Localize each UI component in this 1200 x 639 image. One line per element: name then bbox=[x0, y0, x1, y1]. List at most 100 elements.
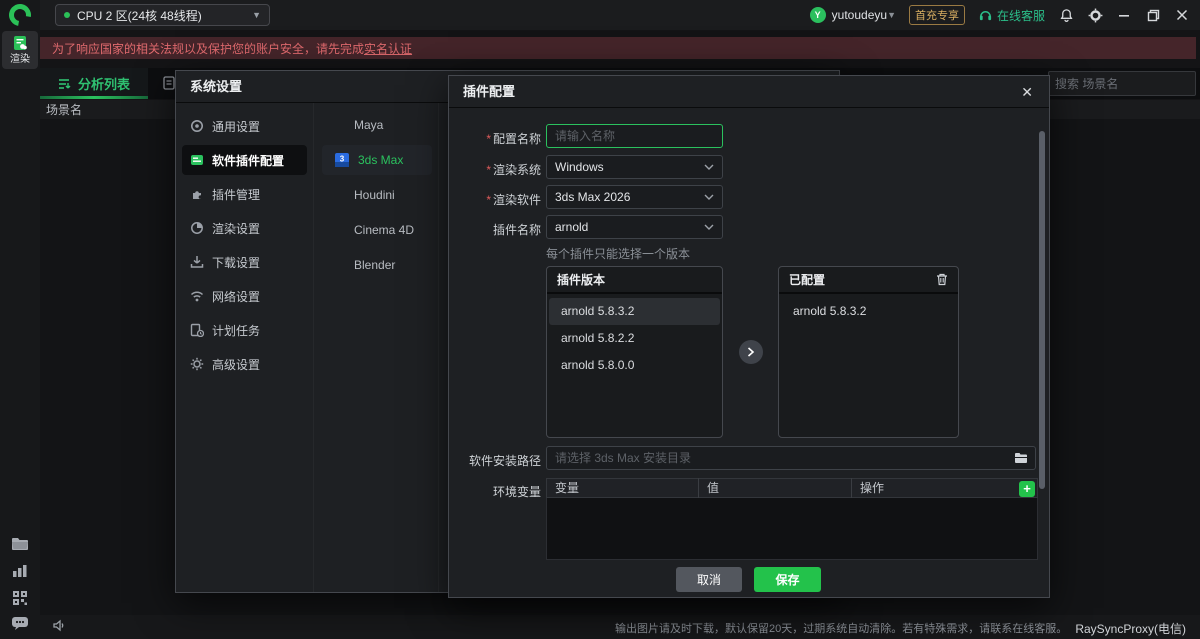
sidebar-item-render[interactable]: 渲染 bbox=[2, 31, 38, 69]
config-name-field bbox=[546, 124, 723, 148]
restore-button[interactable] bbox=[1145, 7, 1161, 23]
render-os-select[interactable]: Windows bbox=[546, 155, 723, 179]
plugin-dialog-title: 插件配置 bbox=[449, 76, 1049, 108]
bar-chart-icon[interactable] bbox=[11, 563, 29, 581]
realname-warning-banner: 为了响应国家的相关法规以及保护您的账户安全，请先完成实名认证 bbox=[40, 37, 1196, 59]
config-name-label: *配置名称 bbox=[449, 130, 541, 147]
folder-icon[interactable] bbox=[11, 536, 29, 554]
tab-active-underline bbox=[40, 96, 148, 99]
search-input[interactable] bbox=[1049, 77, 1200, 91]
online-service-label: 在线客服 bbox=[997, 7, 1045, 24]
software-label: Houdini bbox=[354, 188, 395, 202]
software-item-3dsmax[interactable]: 3 3ds Max bbox=[322, 145, 432, 175]
scene-search-box bbox=[1048, 71, 1196, 96]
required-mark: * bbox=[486, 132, 491, 146]
arrow-right-icon bbox=[747, 347, 755, 357]
3dsmax-icon: 3 bbox=[334, 152, 350, 168]
wifi-icon bbox=[190, 289, 204, 303]
tab-analysis-list[interactable]: 分析列表 bbox=[40, 68, 148, 99]
version-note: 每个插件只能选择一个版本 bbox=[546, 245, 690, 262]
menu-item-general[interactable]: 通用设置 bbox=[182, 111, 307, 141]
title-bar: CPU 2 区(24核 48线程) ▼ Y yutoudeyu ▼ 首充专享 在… bbox=[40, 0, 1200, 30]
dialog-scrollbar[interactable] bbox=[1039, 131, 1045, 489]
advanced-gear-icon bbox=[190, 357, 204, 371]
puzzle-icon bbox=[190, 187, 204, 201]
app-window: 渲染 CPU 2 区(24核 48线程) ▼ Y yutoudeyu ▼ 首充 bbox=[0, 0, 1200, 639]
zone-status-dot bbox=[64, 12, 70, 18]
browse-folder-button[interactable] bbox=[1011, 449, 1031, 467]
render-wheel-icon bbox=[190, 221, 204, 235]
render-software-value: 3ds Max 2026 bbox=[555, 190, 630, 204]
chevron-down-icon bbox=[704, 194, 714, 201]
configured-panel: 已配置 arnold 5.8.3.2 bbox=[778, 266, 959, 438]
menu-item-render-settings[interactable]: 渲染设置 bbox=[182, 213, 307, 243]
menu-item-network-settings[interactable]: 网络设置 bbox=[182, 281, 307, 311]
online-service-button[interactable]: 在线客服 bbox=[978, 7, 1045, 24]
software-item-maya[interactable]: Maya bbox=[322, 110, 432, 140]
config-name-input[interactable] bbox=[555, 129, 714, 143]
status-bar: 输出图片请及时下载，默认保留20天，过期系统自动清除。若有特殊需求，请联系在线客… bbox=[40, 615, 1200, 639]
zone-selector-value: CPU 2 区(24核 48线程) bbox=[77, 7, 202, 24]
trash-icon[interactable] bbox=[936, 273, 948, 286]
zone-selector-dropdown[interactable]: CPU 2 区(24核 48线程) ▼ bbox=[55, 4, 270, 26]
status-message: 输出图片请及时下载，默认保留20天，过期系统自动清除。若有特殊需求，请联系在线客… bbox=[615, 620, 1067, 636]
menu-item-label: 计划任务 bbox=[212, 322, 260, 339]
plugin-name-select[interactable]: arnold bbox=[546, 215, 723, 239]
save-button[interactable]: 保存 bbox=[754, 567, 821, 592]
chat-icon[interactable] bbox=[11, 615, 29, 633]
version-item[interactable]: arnold 5.8.3.2 bbox=[549, 298, 720, 325]
install-path-field bbox=[546, 446, 1036, 470]
bell-icon[interactable] bbox=[1058, 7, 1074, 23]
qr-code-icon[interactable] bbox=[11, 589, 29, 607]
menu-item-scheduled-tasks[interactable]: 计划任务 bbox=[182, 315, 307, 345]
software-label: Maya bbox=[354, 118, 383, 132]
close-button[interactable] bbox=[1174, 7, 1190, 23]
first-charge-badge[interactable]: 首充专享 bbox=[909, 5, 965, 25]
version-item[interactable]: arnold 5.8.0.0 bbox=[549, 352, 720, 379]
zone-caret-down-icon: ▼ bbox=[252, 10, 261, 20]
plugin-config-dialog: 插件配置 ✕ *配置名称 *渲染系统 Windows *渲染软件 3ds Max… bbox=[448, 75, 1050, 598]
user-menu[interactable]: Y yutoudeyu ▼ bbox=[810, 7, 896, 23]
software-item-cinema4d[interactable]: Cinema 4D bbox=[322, 215, 432, 245]
dialog-close-icon[interactable]: ✕ bbox=[1021, 84, 1033, 100]
gear-icon[interactable] bbox=[1087, 7, 1103, 23]
configured-item[interactable]: arnold 5.8.3.2 bbox=[781, 298, 956, 325]
menu-item-download-settings[interactable]: 下载设置 bbox=[182, 247, 307, 277]
required-mark: * bbox=[486, 193, 491, 207]
env-table-body bbox=[546, 498, 1038, 560]
add-env-var-button[interactable]: + bbox=[1019, 481, 1035, 497]
proxy-status[interactable]: RaySyncProxy(电信) bbox=[1075, 620, 1186, 637]
install-path-label: 软件安装路径 bbox=[449, 452, 541, 469]
menu-item-advanced-settings[interactable]: 高级设置 bbox=[182, 349, 307, 379]
plugin-name-value: arnold bbox=[555, 220, 588, 234]
required-mark: * bbox=[486, 163, 491, 177]
render-os-value: Windows bbox=[555, 160, 604, 174]
minimize-button[interactable] bbox=[1116, 7, 1132, 23]
renderbus-logo-icon bbox=[5, 0, 36, 30]
version-item[interactable]: arnold 5.8.2.2 bbox=[549, 325, 720, 352]
env-vars-label: 环境变量 bbox=[449, 483, 541, 500]
render-software-select[interactable]: 3ds Max 2026 bbox=[546, 185, 723, 209]
menu-item-label: 下载设置 bbox=[212, 254, 260, 271]
document-icon[interactable] bbox=[163, 76, 175, 90]
render-software-label: *渲染软件 bbox=[449, 191, 541, 208]
realname-verify-link[interactable]: 实名认证 bbox=[364, 40, 412, 57]
software-item-blender[interactable]: Blender bbox=[322, 250, 432, 280]
menu-item-software-plugin-config[interactable]: 软件插件配置 bbox=[182, 145, 307, 175]
menu-item-label: 高级设置 bbox=[212, 356, 260, 373]
install-path-input[interactable] bbox=[555, 451, 1011, 465]
username: yutoudeyu bbox=[832, 8, 887, 22]
menu-item-label: 网络设置 bbox=[212, 288, 260, 305]
env-vars-table: 变量 值 操作 + bbox=[546, 478, 1038, 560]
cancel-button[interactable]: 取消 bbox=[676, 567, 742, 592]
settings-menu: 通用设置 软件插件配置 插件管理 渲染设置 下载设置 网络设置 bbox=[176, 103, 313, 592]
menu-item-label: 渲染设置 bbox=[212, 220, 260, 237]
menu-item-label: 软件插件配置 bbox=[212, 152, 284, 169]
chevron-down-icon bbox=[704, 224, 714, 231]
menu-item-plugin-manage[interactable]: 插件管理 bbox=[182, 179, 307, 209]
column-scene-name: 场景名 bbox=[46, 101, 82, 118]
schedule-icon bbox=[190, 323, 204, 337]
software-item-houdini[interactable]: Houdini bbox=[322, 180, 432, 210]
user-caret-down-icon: ▼ bbox=[887, 10, 896, 20]
transfer-arrow-button[interactable] bbox=[739, 340, 763, 364]
